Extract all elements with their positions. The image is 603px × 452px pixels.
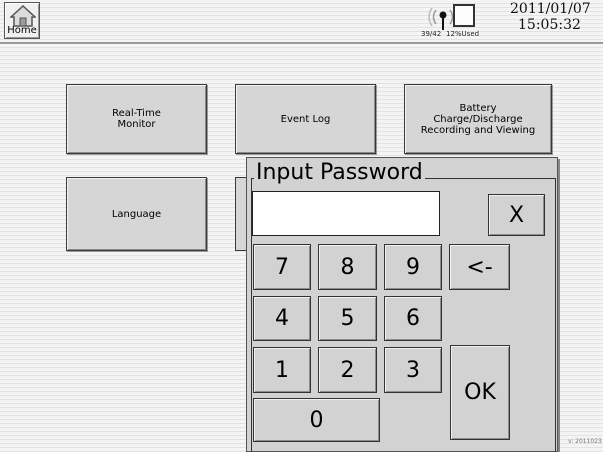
key-4[interactable]: 4: [253, 296, 311, 341]
realtime-monitor-label: Real-Time Monitor: [112, 108, 161, 130]
language-button[interactable]: Language: [66, 177, 207, 251]
storage-usage: 12%Used: [446, 30, 480, 38]
key-6[interactable]: 6: [384, 296, 442, 341]
dialog-title: Input Password: [254, 160, 425, 185]
event-log-label: Event Log: [280, 113, 331, 125]
time-display: 15:05:32: [518, 17, 581, 33]
key-7[interactable]: 7: [253, 244, 311, 290]
home-icon: [10, 5, 36, 27]
signal-count: 39/42: [421, 30, 442, 38]
key-8[interactable]: 8: [318, 244, 377, 290]
close-button[interactable]: X: [488, 194, 545, 236]
key-5[interactable]: 5: [318, 296, 377, 341]
header-divider: [0, 42, 603, 44]
key-2[interactable]: 2: [318, 347, 377, 393]
language-label: Language: [111, 208, 162, 220]
key-3[interactable]: 3: [384, 347, 442, 393]
key-9[interactable]: 9: [384, 244, 442, 290]
version-text: v: 2011023: [568, 438, 602, 445]
home-label: Home: [7, 25, 37, 36]
key-0[interactable]: 0: [253, 398, 380, 442]
battery-recording-button[interactable]: Battery Charge/Discharge Recording and V…: [404, 84, 552, 154]
realtime-monitor-button[interactable]: Real-Time Monitor: [66, 84, 207, 154]
key-1[interactable]: 1: [253, 347, 311, 393]
home-button[interactable]: Home: [4, 2, 40, 39]
ok-button[interactable]: OK: [450, 345, 510, 440]
password-input[interactable]: [252, 191, 440, 236]
storage-icon: [453, 4, 475, 27]
event-log-button[interactable]: Event Log: [235, 84, 376, 154]
date-display: 2011/01/07: [510, 1, 591, 17]
backspace-button[interactable]: <-: [449, 244, 510, 290]
battery-recording-label: Battery Charge/Discharge Recording and V…: [420, 102, 536, 136]
